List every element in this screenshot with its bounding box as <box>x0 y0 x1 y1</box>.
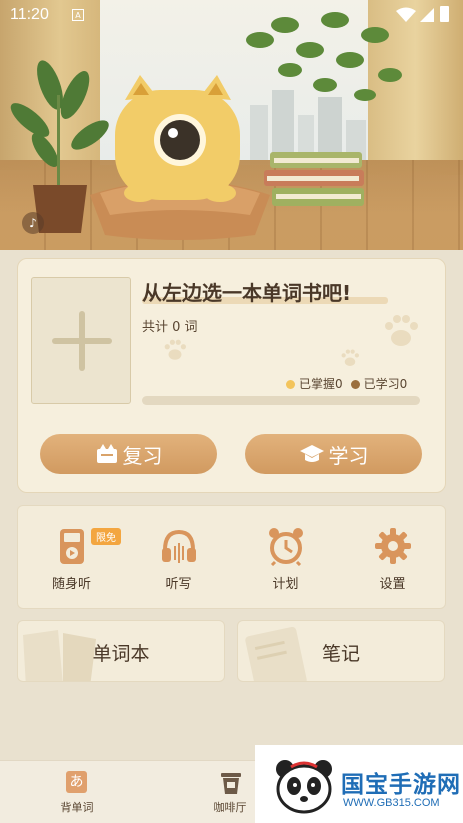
learned-dot <box>350 380 360 389</box>
paw-icon <box>341 349 359 366</box>
word-book-label: 单词本 <box>92 643 150 665</box>
nav-label: 背单词 <box>60 801 94 814</box>
learn-label: 学习 <box>328 443 369 468</box>
progress-bar <box>142 396 420 405</box>
kana-icon: あ <box>66 771 87 793</box>
signal-icon <box>420 8 434 22</box>
status-time: 11:20 <box>10 6 49 23</box>
header-illustration: ♪ <box>0 0 463 250</box>
book-title: 从左边选一本单词书吧! <box>142 281 352 305</box>
tool-label: 随身听 <box>51 577 91 592</box>
tool-label: 听写 <box>165 577 192 592</box>
nav-tab-words[interactable]: あ 背单词 <box>37 761 117 823</box>
tool-label: 设置 <box>379 577 406 592</box>
word-book-button[interactable]: 单词本 <box>17 620 225 682</box>
cat-mascot <box>90 75 270 240</box>
review-icon <box>96 444 117 463</box>
alarm-clock-icon <box>269 528 303 566</box>
book-stack <box>264 152 364 206</box>
mute-icon[interactable]: ♪ <box>22 212 44 234</box>
tool-label: 计划 <box>272 577 299 592</box>
battery-icon <box>440 6 449 22</box>
review-label: 复习 <box>122 443 163 468</box>
watermark-brand: 国宝手游网 <box>341 772 461 798</box>
tool-settings[interactable]: 设置 <box>339 506 446 610</box>
coffee-cup-icon <box>221 773 241 794</box>
learned-count: 已学习0 <box>363 377 408 391</box>
panda-logo <box>276 760 332 814</box>
headphones-icon <box>162 529 196 563</box>
tool-plan[interactable]: 计划 <box>232 506 339 610</box>
mastered-dot <box>286 380 295 389</box>
word-total: 共计 0 词 <box>142 320 198 335</box>
learn-button[interactable]: 学习 <box>245 434 422 474</box>
progress-legend: 已掌握0 已学习0 <box>286 375 407 392</box>
tools-panel: 限免 随身听 听写 计划 设置 <box>17 505 446 609</box>
current-book-card: 从左边选一本单词书吧! 共计 0 词 已掌握0 已学习0 复习 学习 <box>17 258 446 493</box>
wifi-icon <box>396 7 416 22</box>
paw-icon <box>385 315 418 346</box>
free-badge: 限免 <box>91 528 121 545</box>
notes-label: 笔记 <box>321 643 360 665</box>
add-book-button[interactable] <box>31 277 131 404</box>
status-bar: 11:20 A <box>0 0 463 30</box>
gear-icon <box>375 528 411 564</box>
paw-icon <box>164 339 186 360</box>
review-button[interactable]: 复习 <box>40 434 217 474</box>
sim-icon: A <box>72 9 84 21</box>
graduation-cap-icon <box>299 445 324 462</box>
tool-walkman[interactable]: 限免 随身听 <box>18 506 125 610</box>
watermark: 国宝手游网 WWW.GB315.COM <box>255 745 463 823</box>
watermark-site: WWW.GB315.COM <box>343 797 440 809</box>
walkman-icon <box>60 529 84 564</box>
notes-button[interactable]: 笔记 <box>237 620 445 682</box>
mastered-count: 已掌握0 <box>299 377 343 391</box>
tool-dictation[interactable]: 听写 <box>125 506 232 610</box>
